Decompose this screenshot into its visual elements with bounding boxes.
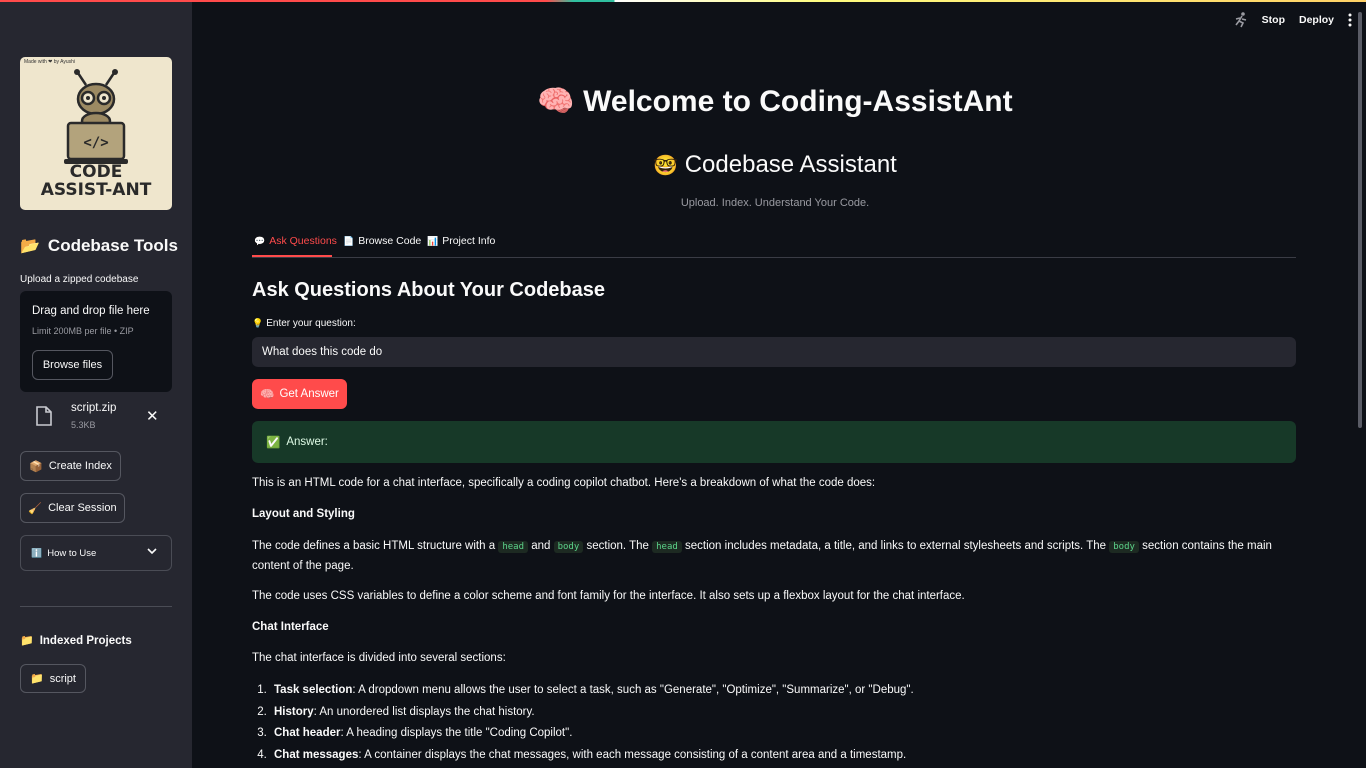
brain-icon: 🧠 xyxy=(260,389,275,401)
sidebar-heading: 📂 Codebase Tools xyxy=(20,236,178,256)
tab-bar: 💬 Ask Questions 📄 Browse Code 📊 Project … xyxy=(252,233,1296,258)
page-subtitle: 🤓 Codebase Assistant xyxy=(192,151,1358,179)
folder-icon: 📁 xyxy=(20,635,34,647)
lightbulb-icon: 💡 xyxy=(252,318,264,328)
broom-icon: 🧹 xyxy=(28,502,43,515)
top-decoration-bar xyxy=(0,0,1366,2)
tab-browse-code[interactable]: 📄 Browse Code xyxy=(343,235,421,247)
code-head: head xyxy=(652,541,682,553)
answer-list: Task selection: A dropdown menu allows t… xyxy=(270,680,1300,766)
list-item: Chat messages: A container displays the … xyxy=(270,745,1300,767)
tab-ask-questions-label: Ask Questions xyxy=(269,235,337,247)
page-title-text: Welcome to Coding-AssistAnt xyxy=(583,85,1013,118)
sidebar: Made with ❤ by Ayushi </> CODE ASSIST-AN… xyxy=(0,0,192,768)
answer-paragraph-1: The code defines a basic HTML structure … xyxy=(252,540,1272,572)
uploaded-file: script.zip 5.3KB ✕ xyxy=(36,400,166,434)
question-input[interactable] xyxy=(252,337,1296,367)
indexed-projects-label: Indexed Projects xyxy=(39,634,132,647)
answer-success-banner: ✅ Answer: xyxy=(252,421,1296,463)
create-index-label: Create Index xyxy=(48,460,112,472)
file-icon xyxy=(36,406,52,426)
upload-label: Upload a zipped codebase xyxy=(20,274,139,285)
dropzone-title: Drag and drop file here xyxy=(32,305,150,317)
list-item: Task selection: A dropdown menu allows t… xyxy=(270,680,1300,702)
list-item: History: An unordered list displays the … xyxy=(270,702,1300,724)
box-icon: 📦 xyxy=(29,460,43,473)
file-dropzone[interactable]: Drag and drop file here Limit 200MB per … xyxy=(20,291,172,392)
indexed-projects-heading: 📁 Indexed Projects xyxy=(20,634,132,648)
nerd-face-icon: 🤓 xyxy=(653,155,679,177)
project-label: script xyxy=(49,672,76,685)
create-index-button[interactable]: 📦 Create Index xyxy=(20,451,121,481)
folder-icon: 📁 xyxy=(30,673,44,685)
page-subtitle-text: Codebase Assistant xyxy=(684,151,897,178)
speech-bubble-icon: 💬 xyxy=(254,235,266,246)
page-caption: Upload. Index. Understand Your Code. xyxy=(680,197,870,209)
info-icon: ℹ️ xyxy=(31,547,43,558)
chevron-down-icon xyxy=(147,548,157,555)
get-answer-label: Get Answer xyxy=(279,388,339,400)
answer-paragraph-3: The chat interface is divided into sever… xyxy=(252,652,506,664)
answer-label: Answer: xyxy=(286,436,328,448)
page-icon: 📄 xyxy=(343,235,355,246)
logo-line-1: CODE xyxy=(69,162,123,182)
answer-heading-layout: Layout and Styling xyxy=(252,508,355,520)
question-label: 💡 Enter your question: xyxy=(252,318,356,329)
tab-project-info[interactable]: 📊 Project Info xyxy=(427,235,495,247)
clear-session-button[interactable]: 🧹 Clear Session xyxy=(20,493,125,523)
sidebar-divider xyxy=(20,606,172,607)
remove-file-icon[interactable]: ✕ xyxy=(146,407,159,425)
svg-text:</>: </> xyxy=(83,135,108,151)
section-title: Ask Questions About Your Codebase xyxy=(252,279,606,301)
how-to-use-expander[interactable]: ℹ️ How to Use xyxy=(20,535,172,571)
ant-mascot-icon: </> xyxy=(64,69,128,164)
main-content: 🧠 Welcome to Coding-AssistAnt 🤓 Codebase… xyxy=(192,0,1358,768)
tab-project-info-label: Project Info xyxy=(442,235,496,247)
active-tab-indicator xyxy=(252,255,332,257)
tab-ask-questions[interactable]: 💬 Ask Questions xyxy=(254,235,337,247)
get-answer-button[interactable]: 🧠 Get Answer xyxy=(252,379,347,409)
bar-chart-icon: 📊 xyxy=(427,235,439,246)
answer-intro: This is an HTML code for a chat interfac… xyxy=(252,477,876,489)
dropzone-limit: Limit 200MB per file • ZIP xyxy=(32,326,134,336)
browse-files-button[interactable]: Browse files xyxy=(32,350,113,380)
brain-icon: 🧠 xyxy=(537,85,575,118)
tab-browse-code-label: Browse Code xyxy=(358,235,422,247)
clear-session-label: Clear Session xyxy=(48,502,117,514)
code-head: head xyxy=(498,541,528,553)
file-size: 5.3KB xyxy=(71,420,96,430)
check-mark-icon: ✅ xyxy=(266,437,281,449)
code-body: body xyxy=(1109,541,1139,553)
question-label-text: Enter your question: xyxy=(266,318,356,329)
how-to-use-label: How to Use xyxy=(47,547,97,559)
answer-heading-chat: Chat Interface xyxy=(252,621,329,633)
project-script-button[interactable]: 📁 script xyxy=(20,664,86,693)
page-title: 🧠 Welcome to Coding-AssistAnt xyxy=(192,84,1358,119)
sidebar-heading-text: Codebase Tools xyxy=(47,236,178,255)
file-name: script.zip xyxy=(71,402,117,414)
answer-paragraph-2: The code uses CSS variables to define a … xyxy=(252,590,965,602)
code-body: body xyxy=(553,541,584,553)
folder-icon: 📂 xyxy=(20,238,40,255)
page-scrollbar[interactable] xyxy=(1358,12,1362,428)
list-item: Chat header: A heading displays the titl… xyxy=(270,723,1300,745)
logo-line-2: ASSIST-ANT xyxy=(40,180,152,200)
app-logo: Made with ❤ by Ayushi </> CODE ASSIST-AN… xyxy=(20,57,172,210)
